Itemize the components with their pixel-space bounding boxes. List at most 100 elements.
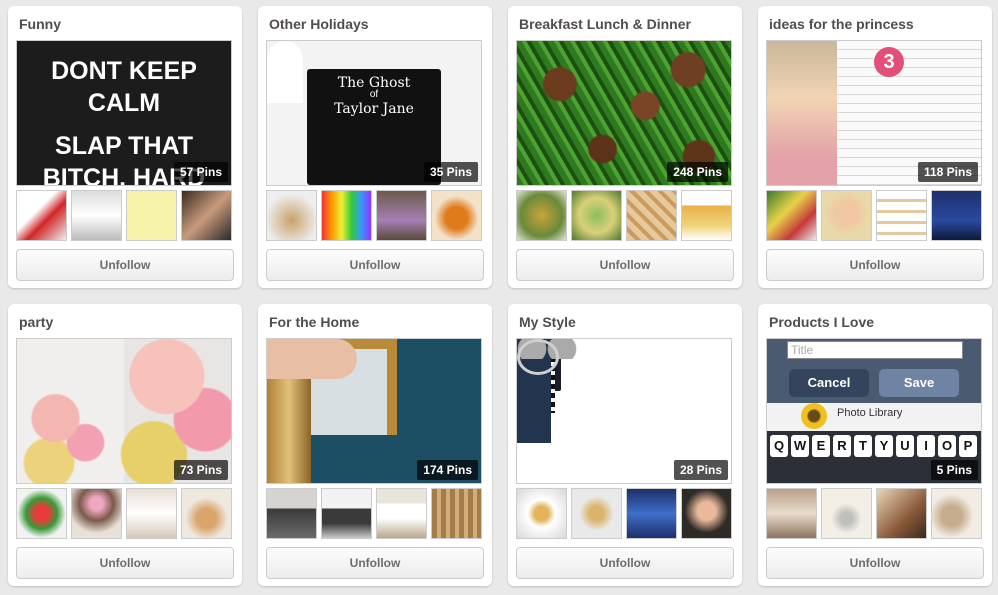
board-card[interactable]: Breakfast Lunch & Dinner 248 Pins Unfoll… [508,6,742,288]
board-card[interactable]: For the Home 174 Pins Unfollow [258,304,492,586]
board-cover-image[interactable]: Title Cancel Save Photo Library Q W E R … [766,338,982,484]
board-cover-image[interactable]: 174 Pins [266,338,482,484]
keyboard-key: Q [770,435,788,457]
pin-count-badge: 73 Pins [173,460,228,480]
thumbnail-image[interactable] [126,488,177,539]
thumbnail-image[interactable] [626,190,677,241]
unfollow-button[interactable]: Unfollow [766,547,984,579]
thumbnail-image[interactable] [16,190,67,241]
board-title[interactable]: party [19,314,234,330]
board-cover-image[interactable]: 73 Pins [16,338,232,484]
unfollow-button[interactable]: Unfollow [516,249,734,281]
thumbnail-image[interactable] [876,190,927,241]
thumbnail-image[interactable] [71,190,122,241]
thumbnail-image[interactable] [266,488,317,539]
board-cover-image[interactable]: 3 118 Pins [766,40,982,186]
keyboard-key: Y [875,435,893,457]
board-card[interactable]: ideas for the princess 3 118 Pins Unfoll… [758,6,992,288]
thumbnail-strip [266,190,482,241]
thumbnail-image[interactable] [821,190,872,241]
unfollow-button[interactable]: Unfollow [266,249,484,281]
board-cover-image[interactable]: 28 Pins [516,338,732,484]
thumbnail-image[interactable] [181,190,232,241]
board-card[interactable]: Products I Love Title Cancel Save Photo … [758,304,992,586]
thumbnail-image[interactable] [431,190,482,241]
unfollow-button[interactable]: Unfollow [16,249,234,281]
thumbnail-image[interactable] [516,488,567,539]
arm-illustration [267,339,357,379]
cancel-button: Cancel [789,369,869,397]
thumbnail-image[interactable] [931,488,982,539]
sunflower-icon [801,403,827,429]
thumbnail-image[interactable] [681,488,732,539]
pin-count-badge: 118 Pins [917,162,978,182]
thumbnail-image[interactable] [571,190,622,241]
keyboard-key: I [917,435,935,457]
pin-count-badge: 57 Pins [173,162,228,182]
cover-text-line: Taylor Jane [334,101,414,117]
thumbnail-image[interactable] [431,488,482,539]
thumbnail-strip [766,488,982,539]
board-title[interactable]: Breakfast Lunch & Dinner [519,16,734,32]
keyboard-key: U [896,435,914,457]
ghost-illustration [267,41,303,103]
thumbnail-image[interactable] [681,190,732,241]
photo-library-label: Photo Library [837,407,903,419]
board-cover-image[interactable]: 248 Pins [516,40,732,186]
thumbnail-image[interactable] [376,190,427,241]
unfollow-button[interactable]: Unfollow [16,547,234,579]
thumbnail-image[interactable] [516,190,567,241]
thumbnail-strip [766,190,982,241]
thumbnail-image[interactable] [571,488,622,539]
thumbnail-image[interactable] [766,488,817,539]
cover-art [767,41,837,185]
keyboard-key: E [812,435,830,457]
pin-count-badge: 35 Pins [423,162,478,182]
board-title[interactable]: Products I Love [769,314,984,330]
thumbnail-image[interactable] [71,488,122,539]
pin-count-badge: 5 Pins [930,460,978,480]
thumbnail-strip [516,488,732,539]
thumbnail-image[interactable] [626,488,677,539]
unfollow-button[interactable]: Unfollow [766,249,984,281]
cover-text-line: CALM [87,89,161,117]
unfollow-button[interactable]: Unfollow [266,547,484,579]
board-card[interactable]: My Style 28 Pins Unfollow [508,304,742,586]
board-cover-image[interactable]: DONT KEEP CALM SLAP THAT BITCH. HARD 57 … [16,40,232,186]
thumbnail-image[interactable] [16,488,67,539]
keyboard-key: O [938,435,956,457]
thumbnail-image[interactable] [321,190,372,241]
thumbnail-image[interactable] [821,488,872,539]
pin-count-badge: 28 Pins [673,460,728,480]
thumbnail-image[interactable] [266,190,317,241]
thumbnail-strip [516,190,732,241]
thumbnail-image[interactable] [931,190,982,241]
thumbnail-image[interactable] [321,488,372,539]
board-title[interactable]: For the Home [269,314,484,330]
pin-count-badge: 248 Pins [667,162,728,182]
cover-text-line: DONT KEEP [51,57,197,85]
board-title[interactable]: My Style [519,314,734,330]
unfollow-button[interactable]: Unfollow [516,547,734,579]
keyboard-key: R [833,435,851,457]
thumbnail-image[interactable] [181,488,232,539]
thumbnail-image[interactable] [376,488,427,539]
board-title[interactable]: Other Holidays [269,16,484,32]
number-badge: 3 [874,47,904,77]
title-field: Title [787,341,963,359]
board-title[interactable]: ideas for the princess [769,16,984,32]
board-cover-image[interactable]: The Ghost of Taylor Jane 35 Pins [266,40,482,186]
keyboard-key: P [959,435,977,457]
thumbnail-image[interactable] [876,488,927,539]
thumbnail-strip [16,190,232,241]
board-card[interactable]: party 73 Pins Unfollow [8,304,242,586]
cover-text-line: SLAP THAT [55,132,193,160]
thumbnail-image[interactable] [766,190,817,241]
save-button: Save [879,369,959,397]
board-card[interactable]: Funny DONT KEEP CALM SLAP THAT BITCH. HA… [8,6,242,288]
board-grid: Funny DONT KEEP CALM SLAP THAT BITCH. HA… [0,0,998,595]
thumbnail-image[interactable] [126,190,177,241]
board-title[interactable]: Funny [19,16,234,32]
board-card[interactable]: Other Holidays The Ghost of Taylor Jane … [258,6,492,288]
thumbnail-strip [16,488,232,539]
